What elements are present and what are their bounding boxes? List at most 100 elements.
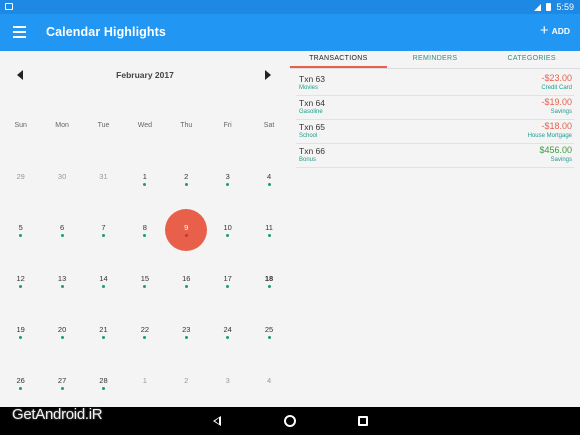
calendar-day[interactable]: 27: [41, 361, 82, 412]
day-number: 16: [182, 274, 191, 283]
menu-icon[interactable]: [13, 26, 26, 38]
transaction-amount: -$23.00: [541, 73, 572, 83]
status-bar: 5:59: [0, 0, 580, 14]
event-dot: [184, 183, 188, 186]
calendar-day[interactable]: 4: [248, 361, 289, 412]
day-number: 3: [225, 172, 230, 181]
calendar-day[interactable]: 29: [0, 157, 41, 208]
event-dot: [101, 387, 105, 390]
calendar-day-selected[interactable]: 9: [165, 208, 208, 259]
day-number: 8: [142, 223, 147, 232]
calendar-day[interactable]: 23: [166, 310, 207, 361]
day-number: 1: [142, 172, 147, 181]
day-number: 31: [99, 172, 108, 181]
transaction-category: Bonus: [299, 157, 317, 163]
day-number: 17: [223, 274, 232, 283]
day-number: 24: [223, 325, 232, 334]
calendar-day[interactable]: 20: [41, 310, 82, 361]
watermark: GetAndroid.iR: [12, 406, 103, 423]
transaction-amount: -$18.00: [541, 121, 572, 131]
calendar-day[interactable]: 22: [124, 310, 165, 361]
event-dot: [267, 285, 271, 288]
calendar-day[interactable]: 26: [0, 361, 41, 412]
event-dot: [19, 387, 23, 390]
calendar-day[interactable]: 11: [248, 208, 289, 259]
next-month-icon[interactable]: [265, 70, 271, 80]
tab-transactions[interactable]: TRANSACTIONS: [290, 51, 387, 68]
weekday-label: Thu: [180, 122, 193, 129]
calendar-day[interactable]: 21: [83, 310, 124, 361]
calendar-day[interactable]: 8: [124, 208, 165, 259]
calendar-day[interactable]: 16: [166, 259, 207, 310]
calendar-day[interactable]: 15: [124, 259, 165, 310]
back-icon[interactable]: [213, 416, 221, 426]
calendar-day[interactable]: 6: [41, 208, 82, 259]
day-number: 7: [101, 223, 106, 232]
calendar-day[interactable]: 30: [41, 157, 82, 208]
calendar-day[interactable]: 1: [124, 361, 165, 412]
day-number: 15: [140, 274, 150, 283]
day-number: 18: [264, 274, 274, 283]
weekday-label: Wed: [137, 122, 152, 129]
home-icon[interactable]: [284, 415, 296, 427]
event-dot: [143, 285, 147, 288]
weekday-label: Tue: [97, 122, 110, 129]
event-dot: [60, 234, 64, 237]
calendar-day[interactable]: 28: [83, 361, 124, 412]
event-dot: [101, 234, 105, 237]
calendar-day[interactable]: 19: [0, 310, 41, 361]
calendar-day[interactable]: 24: [207, 310, 248, 361]
day-number: 5: [18, 223, 23, 232]
calendar-day[interactable]: 2: [166, 157, 207, 208]
tab-reminders[interactable]: REMINDERS: [387, 51, 484, 68]
calendar-day[interactable]: 18: [248, 259, 289, 310]
day-number: 26: [16, 376, 25, 385]
add-button[interactable]: + ADD: [540, 23, 570, 38]
calendar-grid: 29 30 31 1 2 3 4 5 6 7 8 9 10 11 12 13 14 15 16 17 18 19 20 21 2…: [0, 157, 290, 412]
event-dot: [226, 336, 230, 339]
calendar-day[interactable]: 5: [0, 208, 41, 259]
recent-apps-icon[interactable]: [358, 416, 368, 426]
calendar-day[interactable]: 4: [248, 157, 289, 208]
calendar-day[interactable]: 31: [83, 157, 124, 208]
transaction-row[interactable]: Txn 66 Bonus $456.00 Savings: [296, 144, 574, 168]
event-dot: [19, 234, 23, 237]
day-number: 29: [16, 172, 25, 181]
add-label: ADD: [551, 26, 570, 36]
weekday-label: Sat: [263, 122, 275, 129]
tab-categories[interactable]: CATEGORIES: [483, 51, 580, 68]
calendar-day[interactable]: 7: [83, 208, 124, 259]
calendar-day[interactable]: 14: [83, 259, 124, 310]
day-number: 21: [99, 325, 108, 334]
transaction-row[interactable]: Txn 63 Movies -$23.00 Credit Card: [296, 72, 574, 96]
transaction-row[interactable]: Txn 65 School -$18.00 House Mortgage: [296, 120, 574, 144]
day-number: 2: [184, 172, 189, 181]
event-dot: [267, 183, 271, 186]
transaction-row[interactable]: Txn 64 Gasoline -$19.00 Savings: [296, 96, 574, 120]
calendar-day[interactable]: 3: [207, 157, 248, 208]
day-number: 4: [266, 172, 272, 181]
calendar-day[interactable]: 10: [207, 208, 248, 259]
calendar-day[interactable]: 3: [207, 361, 248, 412]
day-number: 13: [57, 274, 67, 283]
transaction-category: Gasoline: [299, 109, 323, 115]
calendar-day[interactable]: 2: [166, 361, 207, 412]
transaction-account: Savings: [550, 157, 572, 163]
calendar-day[interactable]: 12: [0, 259, 41, 310]
transaction-name: Txn 64: [299, 98, 325, 108]
transaction-account: Credit Card: [541, 85, 572, 91]
event-dot: [143, 336, 147, 339]
transaction-category: Movies: [299, 85, 319, 91]
transaction-list: Txn 63 Movies -$23.00 Credit Card Txn 64 Gaso…: [296, 72, 574, 168]
calendar-day[interactable]: 13: [41, 259, 82, 310]
calendar-day[interactable]: 25: [248, 310, 289, 361]
event-dot: [60, 336, 64, 339]
calendar-day[interactable]: 1: [124, 157, 165, 208]
event-dot: [19, 285, 23, 288]
weekday-label: Mon: [55, 122, 69, 129]
event-dot: [267, 336, 271, 339]
details-panel: TRANSACTIONS REMINDERS CATEGORIES Txn 63 Mo…: [290, 51, 580, 407]
weekday-label: Sun: [14, 122, 27, 129]
tab-divider: [290, 68, 580, 69]
calendar-day[interactable]: 17: [207, 259, 248, 310]
